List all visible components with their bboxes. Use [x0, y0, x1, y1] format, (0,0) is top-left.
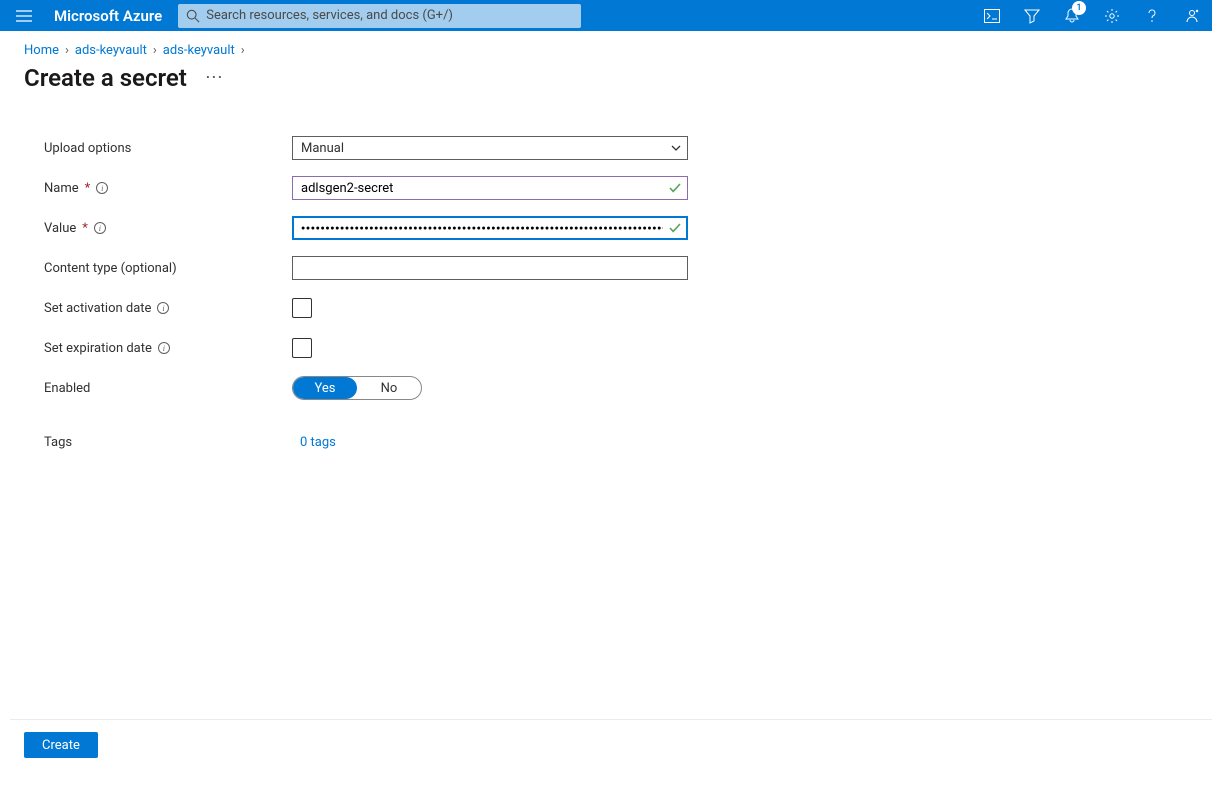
- content-type-input[interactable]: [292, 256, 688, 280]
- notifications-button[interactable]: 1: [1052, 0, 1092, 31]
- feedback-button[interactable]: [1172, 0, 1212, 31]
- name-label: Name: [44, 181, 79, 196]
- global-search-input[interactable]: [206, 8, 573, 23]
- cloud-shell-icon: [984, 9, 1000, 23]
- value-input[interactable]: ●●●●●●●●●●●●●●●●●●●●●●●●●●●●●●●●●●●●●●●●…: [292, 216, 688, 240]
- expiration-date-label: Set expiration date: [44, 341, 152, 356]
- required-indicator: *: [85, 181, 91, 196]
- blade-footer: Create: [10, 719, 1212, 770]
- info-icon[interactable]: [96, 182, 108, 194]
- brand-logo[interactable]: Microsoft Azure: [48, 7, 174, 25]
- name-input[interactable]: [292, 176, 688, 200]
- activation-date-label: Set activation date: [44, 301, 151, 316]
- enabled-label: Enabled: [44, 381, 292, 396]
- tags-link[interactable]: 0 tags: [300, 435, 336, 450]
- create-button[interactable]: Create: [24, 732, 98, 758]
- hamburger-icon: [16, 10, 32, 22]
- gear-icon: [1104, 8, 1120, 24]
- enabled-toggle[interactable]: Yes No: [292, 376, 422, 400]
- activation-date-checkbox[interactable]: [292, 298, 312, 318]
- breadcrumb-item[interactable]: ads-keyvault: [163, 43, 235, 58]
- feedback-icon: [1184, 8, 1200, 24]
- page-title: Create a secret: [24, 64, 187, 92]
- settings-button[interactable]: [1092, 0, 1132, 31]
- global-search[interactable]: [178, 4, 581, 28]
- breadcrumb-item[interactable]: ads-keyvault: [75, 43, 147, 58]
- chevron-right-icon: ›: [241, 43, 245, 58]
- value-label: Value: [44, 221, 76, 236]
- enabled-no[interactable]: No: [357, 377, 421, 399]
- help-button[interactable]: [1132, 0, 1172, 31]
- help-icon: [1144, 8, 1160, 24]
- upload-options-value: Manual: [301, 141, 344, 156]
- notifications-badge: 1: [1072, 1, 1086, 15]
- breadcrumb-item[interactable]: Home: [24, 43, 59, 58]
- info-icon[interactable]: [157, 302, 169, 314]
- expiration-date-checkbox[interactable]: [292, 338, 312, 358]
- search-icon: [186, 9, 200, 23]
- directory-filter-button[interactable]: [1012, 0, 1052, 31]
- upload-options-select[interactable]: Manual: [292, 136, 688, 160]
- info-icon[interactable]: [94, 222, 106, 234]
- enabled-yes[interactable]: Yes: [293, 377, 357, 399]
- menu-toggle[interactable]: [0, 0, 48, 31]
- chevron-right-icon: ›: [65, 43, 69, 58]
- content-type-label: Content type (optional): [44, 261, 292, 276]
- info-icon[interactable]: [158, 342, 170, 354]
- chevron-right-icon: ›: [153, 43, 157, 58]
- value-masked: ●●●●●●●●●●●●●●●●●●●●●●●●●●●●●●●●●●●●●●●●…: [301, 217, 663, 239]
- breadcrumb: Home › ads-keyvault › ads-keyvault ›: [0, 31, 1212, 64]
- tags-label: Tags: [44, 435, 292, 450]
- upload-options-label: Upload options: [44, 141, 292, 156]
- filter-icon: [1024, 8, 1040, 24]
- more-actions-button[interactable]: ⋯: [205, 69, 223, 87]
- cloud-shell-button[interactable]: [972, 0, 1012, 31]
- required-indicator: *: [82, 221, 88, 236]
